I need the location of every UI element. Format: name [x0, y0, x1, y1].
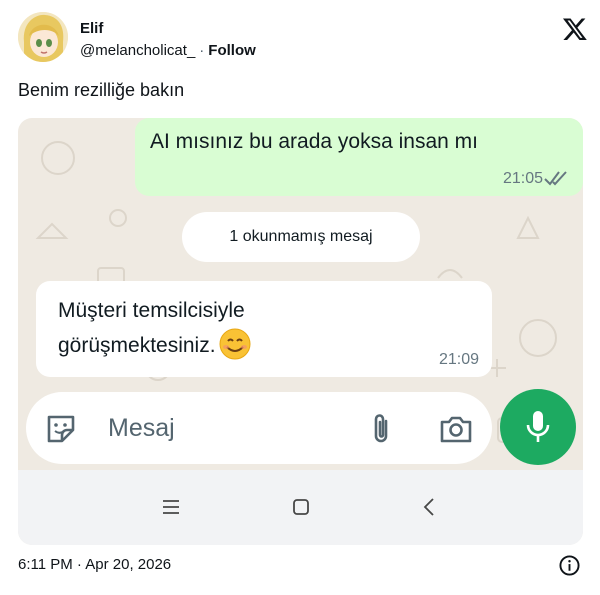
message-input[interactable]: Mesaj	[108, 414, 175, 443]
microphone-button[interactable]	[500, 389, 576, 465]
outgoing-message-time: 21:05	[502, 170, 543, 187]
author-name[interactable]: Elif	[80, 20, 103, 37]
avatar[interactable]	[18, 12, 68, 62]
info-icon[interactable]	[559, 555, 580, 576]
smiling-face-emoji-icon	[219, 328, 251, 360]
incoming-message-time: 21:09	[438, 351, 479, 368]
chat-screenshot[interactable]: AI mısınız bu arada yoksa insan mı 21:05…	[18, 118, 583, 545]
message-input-bar[interactable]: Mesaj	[26, 392, 492, 464]
unread-banner: 1 okunmamış mesaj	[182, 212, 420, 262]
author-handle[interactable]: @melancholicat_	[80, 42, 195, 59]
outgoing-message-text: AI mısınız bu arada yoksa insan mı	[150, 130, 478, 153]
incoming-message[interactable]: Müşteri temsilcisiyle görüşmektesiniz. 2…	[36, 281, 492, 377]
menu-icon[interactable]	[161, 498, 181, 516]
camera-icon[interactable]	[439, 413, 473, 445]
tweet-timestamp[interactable]: 6:11 PM · Apr 20, 2026	[18, 556, 171, 573]
microphone-icon	[526, 411, 550, 442]
x-logo-icon[interactable]	[562, 16, 588, 42]
follow-button[interactable]: Follow	[208, 42, 256, 59]
incoming-message-body: Müşteri temsilcisiyle görüşmektesiniz.	[58, 295, 388, 362]
home-icon[interactable]	[292, 498, 310, 516]
separator-dot: ·	[199, 42, 205, 59]
android-navigation-bar	[18, 470, 583, 545]
double-check-icon	[544, 171, 567, 186]
tweet-text: Benim rezilliğe bakın	[18, 80, 185, 100]
sticker-icon[interactable]	[44, 412, 78, 446]
tweet-header: Elif @melancholicat_ · Follow	[18, 12, 588, 66]
handle-line: @melancholicat_ · Follow	[80, 42, 256, 59]
outgoing-message[interactable]: AI mısınız bu arada yoksa insan mı 21:05	[135, 118, 583, 196]
paperclip-icon[interactable]	[366, 412, 396, 446]
back-icon[interactable]	[422, 497, 436, 517]
